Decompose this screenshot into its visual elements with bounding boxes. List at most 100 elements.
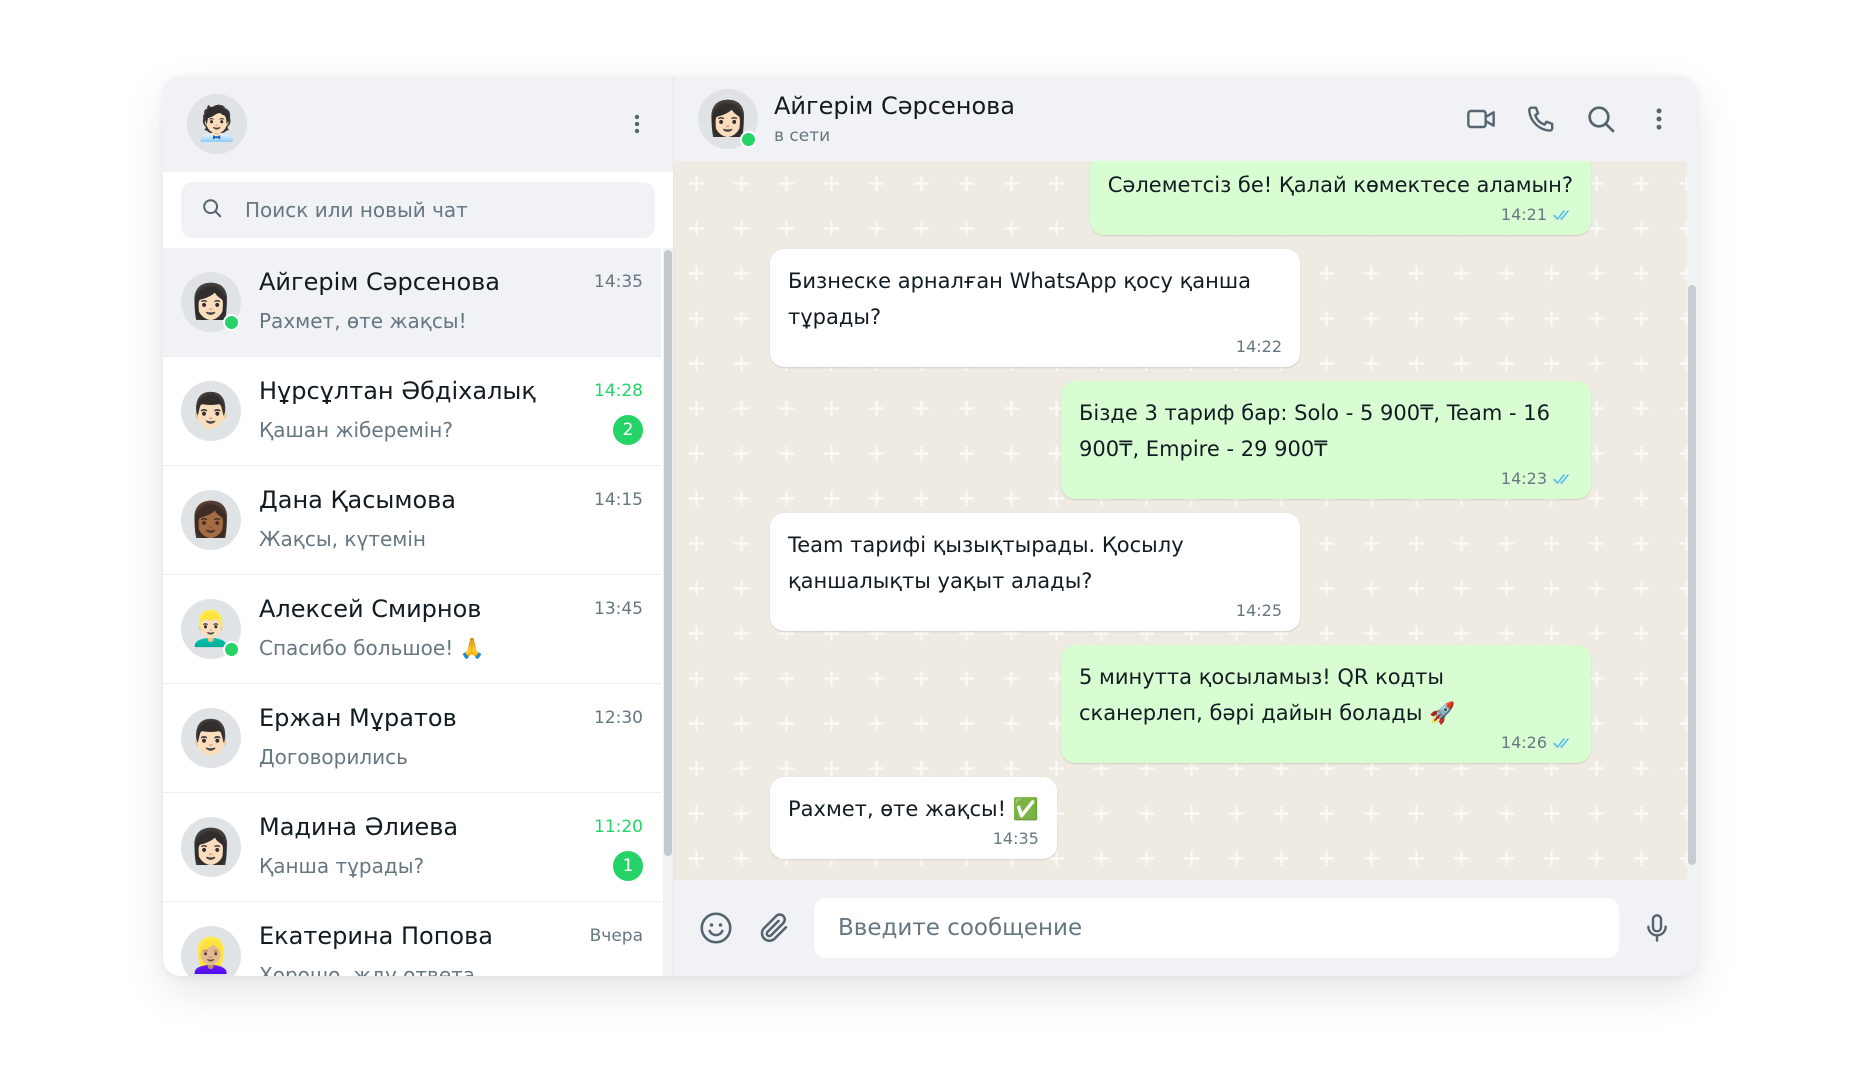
chat-row-bottom: Спасибо большое! 🙏 xyxy=(259,633,643,663)
conversation-header: 👩🏻 Айгерім Сәрсенова в сети xyxy=(674,76,1697,161)
online-indicator xyxy=(223,314,240,331)
chat-menu-icon[interactable] xyxy=(1645,103,1673,135)
read-receipt-icon xyxy=(1553,474,1569,484)
message-time: 14:21 xyxy=(1500,205,1547,224)
message-time: 14:35 xyxy=(992,829,1039,848)
incoming-message[interactable]: Team тарифі қызықтырады. Қосылу қаншалық… xyxy=(770,513,1300,631)
outgoing-message[interactable]: Сәлеметсіз бе! Қалай көмектесе аламын? 14… xyxy=(1089,161,1591,235)
chat-avatar-emoji: 👱🏼‍♀️ xyxy=(189,936,233,976)
search-input[interactable] xyxy=(243,197,635,223)
chat-row-top: Нұрсұлтан Әбдіхалық 14:28 xyxy=(259,377,643,405)
chat-name: Мадина Әлиева xyxy=(259,813,459,841)
menu-icon[interactable] xyxy=(625,112,649,136)
chat-avatar-emoji: 👱🏻‍♂️ xyxy=(189,609,233,649)
sidebar-header: 🧑🏻‍💼 xyxy=(163,76,673,172)
chat-list-scrollbar[interactable] xyxy=(663,248,673,976)
message-meta: 14:22 xyxy=(788,337,1282,357)
search-icon xyxy=(201,197,223,223)
chat-avatar: 👱🏻‍♂️ xyxy=(181,599,241,659)
attach-icon[interactable] xyxy=(756,910,792,946)
message-meta: 14:25 xyxy=(788,601,1282,621)
incoming-message[interactable]: Бизнеске арналған WhatsApp қосу қанша тұ… xyxy=(770,249,1300,367)
chat-row-top: Мадина Әлиева 11:20 xyxy=(259,813,643,841)
chat-item[interactable]: 👱🏻‍♂️ Алексей Смирнов 13:45 Спасибо большое… xyxy=(163,575,661,684)
message-time: 14:25 xyxy=(1235,601,1282,620)
chat-item[interactable]: 👨🏻 Ержан Мұратов 12:30 Договорились xyxy=(163,684,661,793)
chat-row-top: Ержан Мұратов 12:30 xyxy=(259,704,643,732)
message-time: 14:23 xyxy=(1500,469,1547,488)
chat-body: Дана Қасымова 14:15 Жақсы, күтемін xyxy=(259,486,643,554)
chat-avatar-emoji: 👨🏻 xyxy=(189,718,233,758)
chat-time: Вчера xyxy=(589,926,643,946)
messages-area: Сәлеметсіз бе! Қалай көмектесе аламын? 14… xyxy=(674,161,1697,880)
chat-preview: Спасибо большое! 🙏 xyxy=(259,636,485,660)
chat-item[interactable]: 👩🏾 Дана Қасымова 14:15 Жақсы, күтемін xyxy=(163,466,661,575)
chat-avatar: 👱🏼‍♀️ xyxy=(181,926,241,976)
sidebar: 🧑🏻‍💼 👩🏻 Айгерім Сәрсенова 14:35 Рахмет, өте… xyxy=(163,76,674,976)
search-chat-icon[interactable] xyxy=(1585,103,1617,135)
chat-body: Мадина Әлиева 11:20 Қанша тұрады? 1 xyxy=(259,813,643,881)
message-text: Сәлеметсіз бе! Қалай көмектесе аламын? xyxy=(1107,173,1573,197)
outgoing-message[interactable]: Бізде 3 тариф бар: Solo - 5 900₸, Team -… xyxy=(1061,381,1591,499)
chat-time: 14:15 xyxy=(594,490,643,510)
chat-item[interactable]: 👩🏻 Айгерім Сәрсенова 14:35 Рахмет, өте жақс… xyxy=(163,248,661,357)
whatsapp-window: 🧑🏻‍💼 👩🏻 Айгерім Сәрсенова14:35Рахмет, өте… xyxy=(163,76,1697,976)
chat-name: Нұрсұлтан Әбдіхалық xyxy=(259,377,536,405)
chat-list-scroll-thumb[interactable] xyxy=(664,250,672,856)
message-text: Бізде 3 тариф бар: Solo - 5 900₸, Team -… xyxy=(1079,401,1550,461)
header-actions xyxy=(1465,103,1673,135)
contact-avatar-emoji: 👩🏻 xyxy=(706,98,750,139)
chat-row-bottom: Қанша тұрады? 1 xyxy=(259,851,643,881)
search-box[interactable] xyxy=(181,182,655,238)
phone-icon[interactable] xyxy=(1525,103,1557,135)
chat-name: Ержан Мұратов xyxy=(259,704,457,732)
chat-item[interactable]: 👩🏻 Мадина Әлиева 11:20 Қанша тұрады? 1 xyxy=(163,793,661,902)
microphone-icon[interactable] xyxy=(1641,912,1673,944)
video-call-icon[interactable] xyxy=(1465,103,1497,135)
message-text: Бизнеске арналған WhatsApp қосу қанша тұ… xyxy=(788,269,1251,329)
outgoing-message[interactable]: 5 минутта қосыламыз! QR кодты сканерлеп,… xyxy=(1061,645,1591,763)
chat-time: 12:30 xyxy=(594,708,643,728)
messages-scrollbar[interactable] xyxy=(1687,161,1697,880)
messages-scroll-thumb[interactable] xyxy=(1688,285,1696,865)
chat-preview: Рахмет, өте жақсы! xyxy=(259,309,467,333)
chat-preview: Қашан жіберемін? xyxy=(259,418,453,442)
contact-avatar[interactable]: 👩🏻 xyxy=(698,88,758,149)
emoji-icon[interactable] xyxy=(698,910,734,946)
chat-avatar-emoji: 👩🏻 xyxy=(189,827,233,867)
chat-body: Ержан Мұратов 12:30 Договорились xyxy=(259,704,643,772)
chat-avatar: 👨🏻 xyxy=(181,708,241,768)
chat-row-bottom: Жақсы, күтемін xyxy=(259,524,643,554)
chat-item[interactable]: 👨🏻 Нұрсұлтан Әбдіхалық 14:28 Қашан жіберемі… xyxy=(163,357,661,466)
chat-preview: Қанша тұрады? xyxy=(259,854,425,878)
chat-row-bottom: Қашан жіберемін? 2 xyxy=(259,415,643,445)
chat-row-bottom: Рахмет, өте жақсы! xyxy=(259,306,643,336)
chat-preview: Жақсы, күтемін xyxy=(259,527,426,551)
chat-item[interactable]: 👱🏼‍♀️ Екатерина Попова Вчера Хорошо, жду от… xyxy=(163,902,661,976)
read-receipt-icon xyxy=(1553,738,1569,748)
message-list: Сәлеметсіз бе! Қалай көмектесе аламын? 14… xyxy=(770,161,1591,859)
message-input[interactable] xyxy=(814,898,1619,958)
chat-preview: Договорились xyxy=(259,745,408,769)
chat-avatar: 👩🏻 xyxy=(181,817,241,877)
message-meta: 14:26 xyxy=(1079,733,1573,753)
chat-name: Алексей Смирнов xyxy=(259,595,482,623)
chat-body: Айгерім Сәрсенова 14:35 Рахмет, өте жақсы! xyxy=(259,268,643,336)
chat-row-top: Дана Қасымова 14:15 xyxy=(259,486,643,514)
my-avatar-emoji: 🧑🏻‍💼 xyxy=(195,104,239,144)
my-avatar[interactable]: 🧑🏻‍💼 xyxy=(187,94,247,154)
chat-time: 14:28 xyxy=(594,381,643,401)
message-text: 5 минутта қосыламыз! QR кодты сканерлеп,… xyxy=(1079,665,1456,725)
search-wrap xyxy=(163,172,673,248)
unread-badge: 1 xyxy=(613,851,643,881)
chat-avatar: 👩🏻 xyxy=(181,272,241,332)
contact-info[interactable]: Айгерім Сәрсенова в сети xyxy=(774,92,1449,146)
incoming-message[interactable]: Рахмет, өте жақсы! ✅ 14:35 xyxy=(770,777,1057,859)
chat-avatar-emoji: 👩🏾 xyxy=(189,500,233,540)
message-meta: 14:23 xyxy=(1079,469,1573,489)
contact-status: в сети xyxy=(774,125,831,146)
chat-row-top: Алексей Смирнов 13:45 xyxy=(259,595,643,623)
message-text: Team тарифі қызықтырады. Қосылу қаншалық… xyxy=(788,533,1184,593)
chat-time: 13:45 xyxy=(594,599,643,619)
message-meta: 14:21 xyxy=(1108,205,1573,225)
